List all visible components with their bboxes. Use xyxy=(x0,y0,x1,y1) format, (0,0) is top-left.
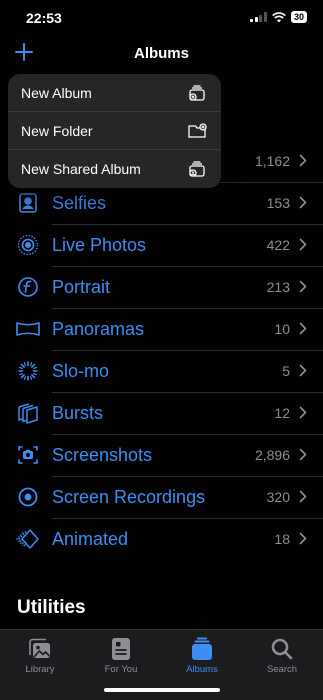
row-label: Selfies xyxy=(52,193,107,213)
row-count: 2,896 xyxy=(254,447,290,463)
page-title: Albums xyxy=(133,45,189,62)
section-title-utilities: Utilities xyxy=(17,597,86,618)
row-label: Slo-mo xyxy=(52,361,110,381)
nav-bar: Albums xyxy=(0,36,323,72)
for-you-icon xyxy=(112,638,130,660)
menu-item-new-album[interactable]: New Album xyxy=(8,74,221,112)
list-item-screenshots[interactable]: Screenshots 2,896 xyxy=(0,434,323,476)
selfie-icon xyxy=(19,193,37,213)
bursts-icon xyxy=(18,403,38,424)
chevron-right-icon xyxy=(299,238,307,251)
row-label: Portrait xyxy=(52,277,111,297)
screen-recording-icon xyxy=(18,487,38,507)
tab-label: For You xyxy=(104,664,138,675)
chevron-right-icon xyxy=(299,406,307,419)
panorama-icon xyxy=(16,322,40,336)
live-photo-icon xyxy=(17,234,39,256)
row-label: Animated xyxy=(52,529,129,549)
chevron-right-icon xyxy=(299,322,307,335)
new-shared-album-icon xyxy=(189,161,205,177)
new-folder-icon xyxy=(188,122,207,138)
status-icons: 30 xyxy=(250,11,307,23)
slo-mo-icon xyxy=(18,361,38,381)
row-count: 12 xyxy=(274,405,290,421)
row-label: Screenshots xyxy=(52,445,153,465)
menu-item-label: New Album xyxy=(21,84,92,101)
chevron-right-icon xyxy=(299,490,307,503)
chevron-right-icon xyxy=(299,364,307,377)
row-label: Panoramas xyxy=(52,319,145,339)
list-item-bursts[interactable]: Bursts 12 xyxy=(0,392,323,434)
tab-albums[interactable]: Albums xyxy=(167,636,237,675)
tab-for-you[interactable]: For You xyxy=(86,636,156,675)
chevron-right-icon xyxy=(299,448,307,461)
chevron-right-icon xyxy=(299,154,307,167)
library-icon xyxy=(29,638,51,658)
list-item-panoramas[interactable]: Panoramas 10 xyxy=(0,308,323,350)
row-count: 5 xyxy=(282,363,290,379)
row-count: 422 xyxy=(266,237,290,253)
tab-library[interactable]: Library xyxy=(5,636,75,675)
tab-label: Library xyxy=(25,664,55,675)
tab-label: Albums xyxy=(186,664,218,675)
row-count: 320 xyxy=(266,489,290,505)
battery-indicator: 30 xyxy=(290,11,307,23)
row-label: Screen Recordings xyxy=(52,487,206,507)
list-item-portrait[interactable]: Portrait 213 xyxy=(0,266,323,308)
animated-icon xyxy=(16,529,39,549)
status-bar: 22:53 30 xyxy=(0,0,323,36)
media-types-list: 1,162 Selfies 153 Live Photos 422 Portra… xyxy=(0,140,323,560)
row-count: 1,162 xyxy=(254,153,290,169)
menu-item-label: New Shared Album xyxy=(21,161,141,177)
tab-label: Search xyxy=(266,664,298,675)
list-item-animated[interactable]: Animated 18 xyxy=(0,518,323,560)
menu-item-label: New Folder xyxy=(21,122,93,139)
list-item-screen-recordings[interactable]: Screen Recordings 320 xyxy=(0,476,323,518)
home-indicator xyxy=(104,688,220,692)
new-album-icon xyxy=(189,84,205,101)
chevron-right-icon xyxy=(299,196,307,209)
search-icon xyxy=(271,638,293,660)
menu-item-new-folder[interactable]: New Folder xyxy=(8,112,221,150)
wifi-icon xyxy=(272,11,286,22)
cellular-signal-icon xyxy=(250,12,267,22)
list-item-slo-mo[interactable]: Slo-mo 5 xyxy=(0,350,323,392)
chevron-right-icon xyxy=(299,532,307,545)
add-menu: New Album New Folder New Shared Album xyxy=(8,74,221,188)
albums-icon xyxy=(192,637,212,660)
screenshot-icon xyxy=(18,446,38,464)
row-label: Live Photos xyxy=(52,235,147,255)
row-label: Bursts xyxy=(52,403,104,423)
list-item-live-photos[interactable]: Live Photos 422 xyxy=(0,224,323,266)
row-count: 153 xyxy=(266,195,290,211)
chevron-right-icon xyxy=(299,280,307,293)
tab-search[interactable]: Search xyxy=(247,636,317,675)
list-item-selfies[interactable]: Selfies 153 xyxy=(0,182,323,224)
menu-item-new-shared-album[interactable]: New Shared Album xyxy=(8,150,221,188)
row-count: 213 xyxy=(266,279,290,295)
portrait-icon xyxy=(18,277,38,297)
row-count: 18 xyxy=(274,531,290,547)
row-count: 10 xyxy=(274,321,290,337)
status-time: 22:53 xyxy=(26,10,62,26)
